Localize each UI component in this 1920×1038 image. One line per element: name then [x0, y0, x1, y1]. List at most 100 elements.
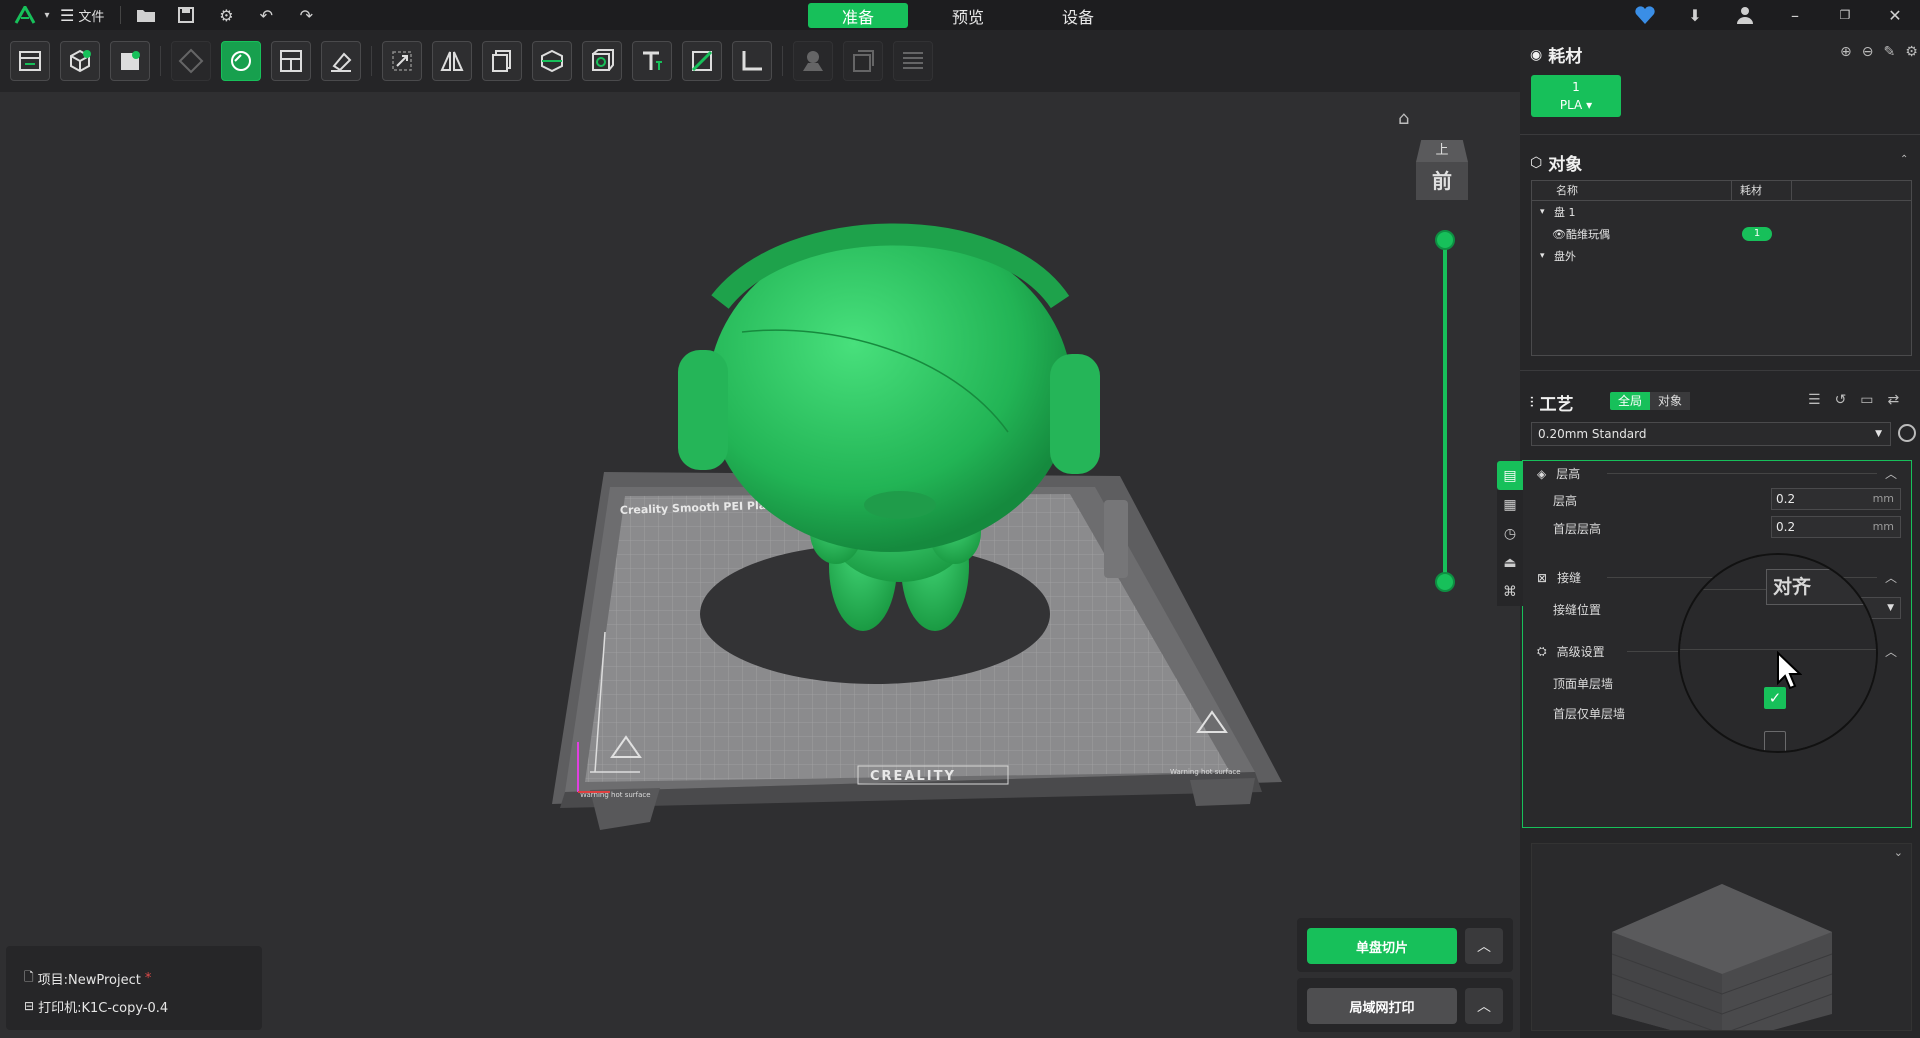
list-item-plate[interactable]: ▾ 盘 1 [1532, 201, 1911, 223]
filament-title: 耗材 [1548, 47, 1583, 67]
add-filament-icon[interactable]: ⊕ [1840, 44, 1852, 60]
divider [160, 46, 161, 76]
chevron-down-icon[interactable]: ▾ [1540, 251, 1554, 261]
layer-lower-handle[interactable] [1435, 572, 1455, 592]
chevron-down-icon[interactable]: ⌄ [1894, 846, 1903, 859]
col-filament-header[interactable]: 耗材 [1732, 180, 1792, 201]
chevron-down-icon: ▾ [1586, 98, 1593, 112]
save-icon[interactable] [171, 0, 201, 30]
divider [1520, 370, 1920, 371]
undo-icon[interactable]: ↶ [251, 0, 281, 30]
slice-plate-button[interactable]: 单盘切片 [1307, 928, 1457, 964]
3d-viewport[interactable]: Creality Smooth PEI Plate CREALITY Warni… [0, 92, 1520, 1038]
minimize-icon[interactable]: – [1770, 0, 1820, 30]
user-avatar-icon[interactable] [1720, 0, 1770, 30]
print-options-chevron-up-icon[interactable]: ︿ [1465, 988, 1503, 1024]
measure-icon[interactable] [732, 41, 772, 81]
quality-tab-icon[interactable]: ▤ [1497, 461, 1523, 490]
save-preset-icon[interactable]: ▭ [1860, 392, 1873, 408]
filament-settings-icon[interactable]: ⚙ [1905, 44, 1918, 60]
scale-icon[interactable] [382, 41, 422, 81]
chevron-up-icon[interactable]: ︿ [1885, 465, 1897, 482]
process-preset-select[interactable]: 0.20mm Standard ▼ [1531, 422, 1891, 446]
open-folder-icon[interactable] [131, 0, 161, 30]
mirror-icon[interactable] [432, 41, 472, 81]
objects-section-title: ⬡ 对象 [1530, 150, 1583, 176]
support-tab-icon[interactable]: ⏏ [1497, 548, 1523, 577]
variable-layer-icon[interactable] [893, 41, 933, 81]
support-paint-icon[interactable] [793, 41, 833, 81]
view-cube-front[interactable]: 前 [1416, 162, 1468, 200]
list-view-icon[interactable]: ☰ [1808, 392, 1821, 408]
view-cube[interactable]: 上 前 [1416, 140, 1468, 200]
top-single-wall-label: 顶面单层墙 [1553, 677, 1614, 691]
lan-print-button[interactable]: 局域网打印 [1307, 988, 1457, 1024]
tab-global[interactable]: 全局 [1610, 392, 1651, 410]
chevron-up-icon[interactable]: ︿ [1885, 569, 1897, 586]
divider [1607, 473, 1877, 474]
cloud-heart-icon[interactable] [1620, 0, 1670, 30]
strength-tab-icon[interactable]: ▦ [1497, 490, 1523, 519]
chevron-down-icon[interactable]: ▾ [1540, 207, 1554, 217]
scene-canvas[interactable]: Creality Smooth PEI Plate CREALITY Warni… [0, 92, 1520, 1038]
object-label: 盘 1 [1554, 206, 1576, 219]
list-item-off-plate[interactable]: ▾ 盘外 [1532, 245, 1911, 267]
tab-object[interactable]: 对象 [1650, 392, 1691, 410]
hollow-icon[interactable] [582, 41, 622, 81]
layers-icon: ◈ [1537, 466, 1547, 481]
auto-orient-icon[interactable] [221, 41, 261, 81]
list-item-model[interactable]: 👁 酷维玩偶 1 [1532, 223, 1911, 245]
others-tab-icon[interactable]: ⌘ [1497, 577, 1523, 606]
search-icon[interactable] [1898, 424, 1916, 442]
settings-gear-icon[interactable]: ⚙ [211, 0, 241, 30]
add-plate-icon[interactable] [10, 41, 50, 81]
text-icon[interactable] [632, 41, 672, 81]
lay-on-face-icon[interactable] [321, 41, 361, 81]
redo-icon[interactable]: ↷ [291, 0, 321, 30]
cut-icon[interactable] [532, 41, 572, 81]
layout-icon[interactable] [271, 41, 311, 81]
add-part-icon[interactable] [110, 41, 150, 81]
edit-filament-icon[interactable]: ✎ [1883, 44, 1895, 60]
layer-upper-handle[interactable] [1435, 230, 1455, 250]
add-model-icon[interactable] [60, 41, 100, 81]
view-cube-top[interactable]: 上 [1416, 140, 1468, 162]
col-name-header[interactable]: 名称 [1532, 180, 1732, 201]
paint-seam-icon[interactable] [682, 41, 722, 81]
tab-preview[interactable]: 预览 [918, 3, 1018, 28]
download-icon[interactable]: ⬇ [1670, 0, 1720, 30]
tab-device[interactable]: 设备 [1028, 3, 1128, 28]
chevron-down-icon: ▼ [1887, 603, 1894, 613]
chevron-down-icon: ▼ [1875, 429, 1882, 439]
object-list[interactable]: 名称 耗材 ▾ 盘 1 👁 酷维玩偶 1 ▾ 盘外 [1531, 180, 1912, 356]
arrange-icon[interactable] [171, 41, 211, 81]
collapse-icon[interactable]: ⌃ [1900, 154, 1908, 165]
close-icon[interactable]: ✕ [1870, 0, 1920, 30]
app-logo-icon[interactable] [10, 0, 40, 30]
remove-filament-icon[interactable]: ⊖ [1862, 44, 1874, 60]
filament-toolbar: ⊕ ⊖ ✎ ⚙ ⌃ [1840, 44, 1920, 60]
layer-range-track[interactable] [1443, 240, 1447, 582]
eye-icon[interactable]: 👁 [1552, 228, 1566, 241]
speed-tab-icon[interactable]: ◷ [1497, 519, 1523, 548]
compare-icon[interactable]: ⇄ [1888, 392, 1900, 408]
restore-icon[interactable]: ❐ [1820, 0, 1870, 30]
first-layer-height-input[interactable]: 0.2 mm [1771, 516, 1901, 538]
first-layer-height-label: 首层层高 [1553, 522, 1602, 536]
chevron-down-icon[interactable]: ▾ [40, 0, 54, 30]
file-menu[interactable]: ☰ 文件 [54, 6, 110, 25]
filament-badge[interactable]: 1 [1742, 227, 1772, 241]
app-window: ▾ ☰ 文件 ⚙ ↶ ↷ 准备 预览 设备 ⬇ – ❐ ✕ Creality S… [0, 0, 1920, 1038]
home-icon[interactable]: ⌂ [1398, 108, 1409, 129]
copy-icon[interactable] [482, 41, 522, 81]
layer-height-input[interactable]: 0.2 mm [1771, 488, 1901, 510]
slice-options-chevron-up-icon[interactable]: ︿ [1465, 928, 1503, 964]
tab-prepare[interactable]: 准备 [808, 3, 908, 28]
reset-icon[interactable]: ↺ [1835, 392, 1847, 408]
plate-preview[interactable]: ⌄ [1531, 843, 1912, 1031]
objects-title: 对象 [1548, 155, 1583, 175]
assembly-icon[interactable] [843, 41, 883, 81]
chevron-up-icon[interactable]: ︿ [1885, 643, 1897, 660]
filament-chip-index: 1 [1572, 80, 1580, 94]
filament-chip[interactable]: 1 PLA ▾ [1531, 75, 1621, 117]
